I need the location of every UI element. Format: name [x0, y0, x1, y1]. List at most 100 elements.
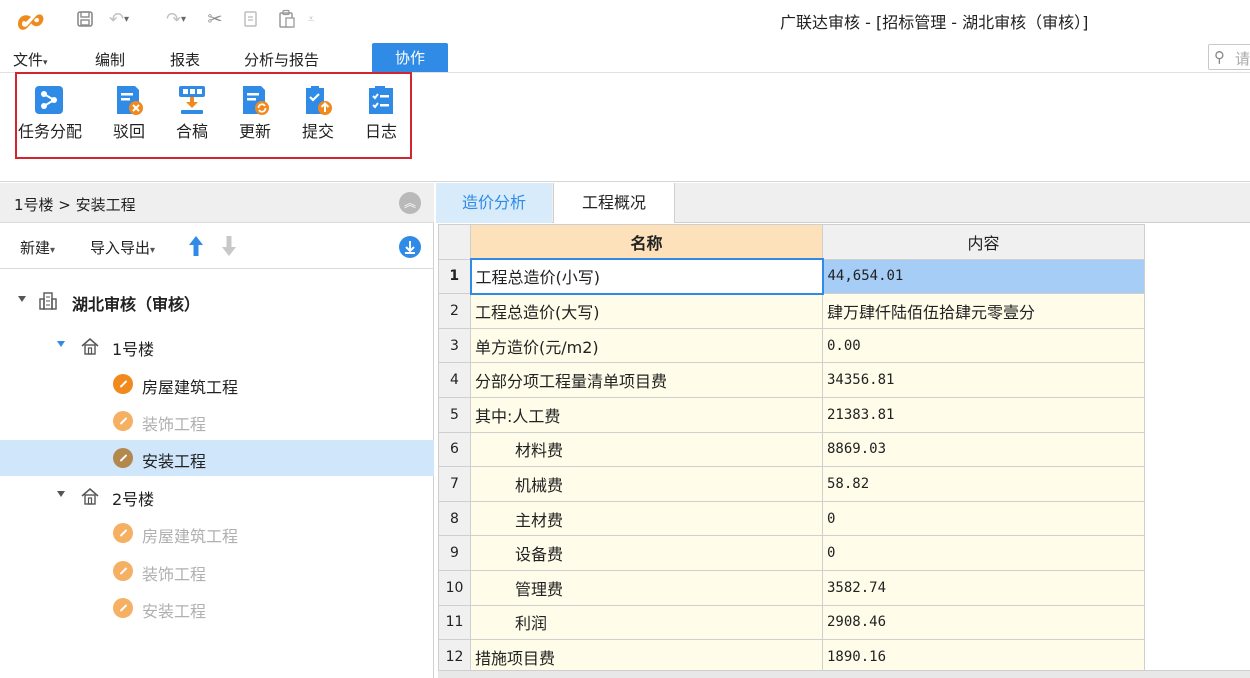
row-number: 4	[438, 362, 471, 398]
table-row[interactable]: 1 工程总造价(小写) 44,654.01	[438, 258, 1145, 295]
breadcrumb: 1号楼 > 安装工程 ︽	[0, 183, 434, 223]
tree-node-label: 安装工程	[142, 602, 207, 621]
column-header-content[interactable]: 内容	[822, 224, 1145, 260]
name-cell[interactable]: 设备费	[470, 535, 823, 571]
tree-node-unit[interactable]: 装饰工程	[0, 553, 434, 589]
merge-button[interactable]: 合稿	[161, 80, 223, 152]
tree-node-project[interactable]: 湖北审核（审核）	[0, 283, 434, 319]
column-header-name[interactable]: 名称	[470, 224, 823, 260]
move-down-icon[interactable]	[221, 235, 237, 257]
import-export-dropdown-button[interactable]: 导入导出▾	[90, 237, 155, 258]
name-cell[interactable]: 分部分项工程量清单项目费	[470, 362, 823, 398]
value-cell[interactable]: 0	[822, 500, 1145, 537]
building-complex-icon	[39, 292, 57, 310]
tree-node-building-2[interactable]: 2号楼	[0, 478, 434, 514]
update-icon	[243, 86, 269, 115]
tree-node-building-1[interactable]: 1号楼	[0, 328, 434, 364]
save-icon[interactable]	[74, 7, 96, 31]
reject-button[interactable]: 驳回	[98, 80, 160, 152]
tree-toolbar: 新建▾ 导入导出▾	[0, 223, 434, 269]
name-cell[interactable]: 机械费	[470, 466, 823, 502]
name-cell[interactable]: 材料费	[470, 431, 823, 468]
name-cell[interactable]: 管理费	[470, 569, 823, 606]
table-row[interactable]: 9 设备费 0	[438, 535, 1145, 571]
table-row[interactable]: 7 机械费 58.82	[438, 466, 1145, 502]
name-cell[interactable]: 单方造价(元/m2)	[470, 327, 823, 364]
collapse-panel-icon[interactable]: ︽	[399, 192, 421, 214]
table-row[interactable]: 5 其中:人工费 21383.81	[438, 396, 1145, 433]
name-cell[interactable]: 工程总造价(大写)	[470, 293, 823, 329]
redo-icon[interactable]: ↷ ▾	[156, 7, 196, 31]
value-cell[interactable]: 0	[822, 535, 1145, 571]
unit-project-icon	[113, 448, 133, 468]
house-icon	[81, 488, 99, 505]
unit-project-icon	[113, 523, 133, 543]
paste-icon[interactable]	[275, 7, 299, 31]
house-icon	[81, 338, 99, 355]
tree-node-label: 1号楼	[112, 340, 155, 359]
tree-node-unit[interactable]: 房屋建筑工程	[0, 366, 434, 402]
tree-node-unit[interactable]: 房屋建筑工程	[0, 515, 434, 551]
row-number: 8	[438, 500, 471, 537]
menu-edit[interactable]: 编制	[95, 49, 125, 70]
task-assign-button[interactable]: 任务分配	[18, 80, 83, 152]
new-dropdown-button[interactable]: 新建▾	[20, 237, 55, 258]
value-cell[interactable]: 肆万肆仟陆佰伍拾肆元零壹分	[822, 293, 1145, 329]
submit-button[interactable]: 提交	[287, 80, 349, 152]
tree-node-unit[interactable]: 安装工程	[0, 590, 434, 626]
name-cell[interactable]: 主材费	[470, 500, 823, 537]
row-number: 9	[438, 535, 471, 571]
tree-node-label: 湖北审核（审核）	[72, 295, 201, 314]
value-cell[interactable]: 0.00	[822, 327, 1145, 364]
menu-collaboration[interactable]: 协作	[372, 43, 448, 73]
copy-icon[interactable]	[240, 7, 262, 31]
horizontal-scrollbar[interactable]	[438, 670, 1250, 678]
menu-file[interactable]: 文件▾	[13, 49, 48, 70]
unit-project-icon	[113, 411, 133, 431]
row-number: 7	[438, 466, 471, 502]
menu-report[interactable]: 报表	[170, 49, 200, 70]
cut-icon[interactable]: ✂	[204, 7, 226, 31]
submit-label: 提交	[301, 122, 334, 141]
title-bar: ↶ ▾ ↷ ▾ ✂ ⩡ 广联达审核 - [招标管理 - 湖北审核（审核）]	[0, 0, 1250, 40]
undo-icon[interactable]: ↶ ▾	[106, 7, 132, 31]
tree-node-label: 房屋建筑工程	[142, 527, 239, 546]
name-cell[interactable]: 利润	[470, 604, 823, 641]
tab-project-overview[interactable]: 工程概况	[553, 183, 675, 223]
update-button[interactable]: 更新	[224, 80, 286, 152]
table-row[interactable]: 10 管理费 3582.74	[438, 569, 1145, 606]
tree-node-unit[interactable]: 装饰工程	[0, 403, 434, 439]
search-icon: ⚲	[1214, 48, 1225, 66]
content-tabs: 造价分析 工程概况	[436, 183, 1250, 223]
search-input[interactable]: ⚲ 请	[1208, 44, 1250, 70]
value-cell[interactable]: 3582.74	[822, 569, 1145, 606]
task-assign-label: 任务分配	[18, 122, 83, 141]
caret-down-icon[interactable]	[56, 339, 66, 349]
download-icon[interactable]	[399, 236, 421, 258]
tab-cost-analysis[interactable]: 造价分析	[436, 183, 552, 223]
table-row[interactable]: 8 主材费 0	[438, 500, 1145, 537]
menu-analysis-report[interactable]: 分析与报告	[244, 49, 319, 70]
table-header-row: 名称 内容	[438, 224, 1145, 260]
table-row[interactable]: 11 利润 2908.46	[438, 604, 1145, 641]
name-cell[interactable]: 其中:人工费	[470, 396, 823, 433]
tree-node-unit-selected[interactable]: 安装工程	[0, 440, 434, 476]
value-cell[interactable]: 34356.81	[822, 362, 1145, 398]
table-row[interactable]: 4 分部分项工程量清单项目费 34356.81	[438, 362, 1145, 398]
value-cell[interactable]: 8869.03	[822, 431, 1145, 468]
table-row[interactable]: 3 单方造价(元/m2) 0.00	[438, 327, 1145, 364]
value-cell[interactable]: 21383.81	[822, 396, 1145, 433]
move-up-icon[interactable]	[188, 235, 204, 257]
table-row[interactable]: 2 工程总造价(大写) 肆万肆仟陆佰伍拾肆元零壹分	[438, 293, 1145, 329]
tree-node-label: 2号楼	[112, 490, 155, 509]
task-assign-icon	[35, 86, 63, 114]
value-cell[interactable]: 2908.46	[822, 604, 1145, 641]
name-cell[interactable]: 工程总造价(小写)	[469, 258, 824, 295]
caret-down-icon[interactable]	[17, 294, 27, 304]
table-row[interactable]: 6 材料费 8869.03	[438, 431, 1145, 468]
value-cell[interactable]: 58.82	[822, 466, 1145, 502]
caret-down-icon[interactable]	[56, 489, 66, 499]
customize-icon[interactable]: ⩡	[304, 7, 318, 31]
value-cell[interactable]: 44,654.01	[822, 258, 1145, 295]
log-button[interactable]: 日志	[350, 80, 412, 152]
